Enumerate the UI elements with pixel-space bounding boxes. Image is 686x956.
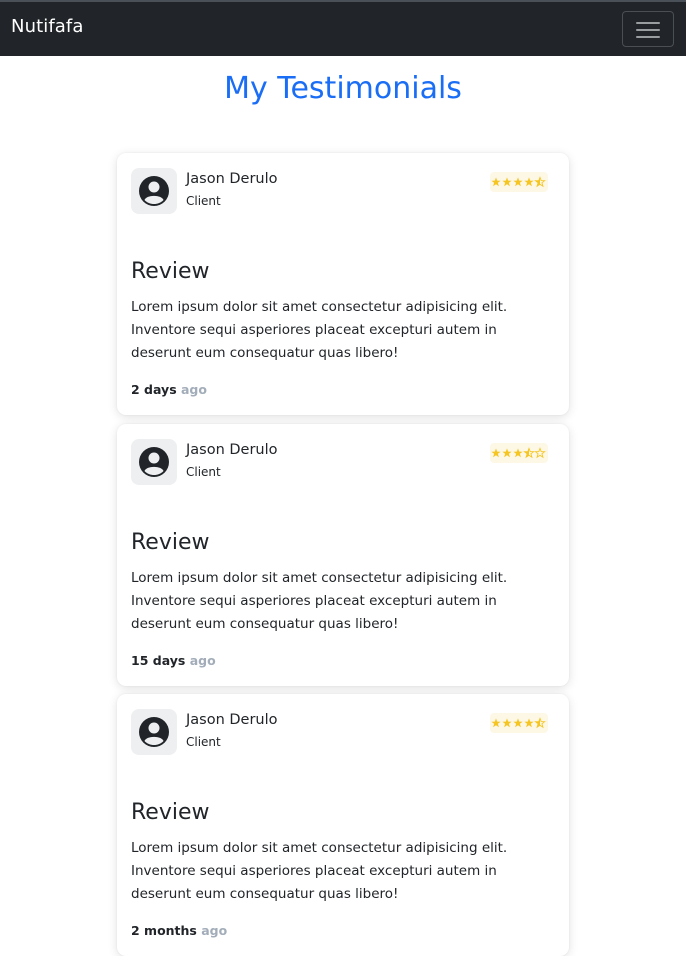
- review-title: Review: [131, 530, 210, 555]
- review-text: Lorem ipsum dolor sit amet consectetur a…: [131, 299, 508, 361]
- reviewer-name: Jason Derulo: [186, 171, 278, 187]
- avatar: [131, 439, 177, 485]
- review-title: Review: [131, 259, 210, 284]
- time-value: 2 months: [131, 923, 197, 938]
- star-full-icon: [502, 177, 512, 187]
- testimonial-card: Jason Derulo Client Review Lorem ipsum d…: [117, 694, 569, 956]
- navbar-toggler-button[interactable]: [622, 11, 674, 47]
- star-full-icon: [513, 718, 523, 728]
- reviewer-name: Jason Derulo: [186, 712, 278, 728]
- user-circle-icon: [139, 447, 169, 477]
- star-full-icon: [513, 448, 523, 458]
- star-rating: [490, 443, 548, 463]
- user-circle-icon: [139, 717, 169, 747]
- star-full-icon: [502, 718, 512, 728]
- avatar: [131, 168, 177, 214]
- rating-stars: [491, 447, 546, 459]
- time-value: 15 days: [131, 653, 186, 668]
- star-full-icon: [491, 718, 501, 728]
- review-time: 2 days ago: [131, 382, 207, 397]
- star-rating: [490, 713, 548, 733]
- rating-stars: [491, 717, 546, 729]
- star-half-icon: [534, 717, 546, 729]
- testimonial-card: Jason Derulo Client Review Lorem ipsum d…: [117, 424, 569, 686]
- reviewer-name: Jason Derulo: [186, 442, 278, 458]
- reviewer-role: Client: [186, 465, 221, 479]
- navbar-brand[interactable]: Nutifafa: [11, 16, 83, 37]
- star-full-icon: [524, 718, 534, 728]
- star-full-icon: [491, 177, 501, 187]
- avatar: [131, 709, 177, 755]
- star-rating: [490, 172, 548, 192]
- page-title: My Testimonials: [224, 71, 462, 106]
- user-circle-icon: [139, 176, 169, 206]
- time-value: 2 days: [131, 382, 177, 397]
- reviewer-role: Client: [186, 735, 221, 749]
- review-title: Review: [131, 800, 210, 825]
- time-suffix: ago: [189, 653, 216, 668]
- reviewer-role: Client: [186, 194, 221, 208]
- star-half-icon: [534, 176, 546, 188]
- top-navbar: Nutifafa: [0, 0, 686, 56]
- star-full-icon: [502, 448, 512, 458]
- testimonial-card: Jason Derulo Client Review Lorem ipsum d…: [117, 153, 569, 415]
- time-suffix: ago: [181, 382, 207, 397]
- rating-stars: [491, 176, 546, 188]
- time-suffix: ago: [201, 923, 228, 938]
- star-half-icon: [523, 447, 535, 459]
- review-text: Lorem ipsum dolor sit amet consectetur a…: [131, 570, 508, 632]
- review-time: 15 days ago: [131, 653, 216, 668]
- star-full-icon: [491, 448, 501, 458]
- review-text: Lorem ipsum dolor sit amet consectetur a…: [131, 840, 508, 902]
- star-empty-icon: [534, 447, 546, 459]
- review-time: 2 months ago: [131, 923, 227, 938]
- star-full-icon: [524, 177, 534, 187]
- star-full-icon: [513, 177, 523, 187]
